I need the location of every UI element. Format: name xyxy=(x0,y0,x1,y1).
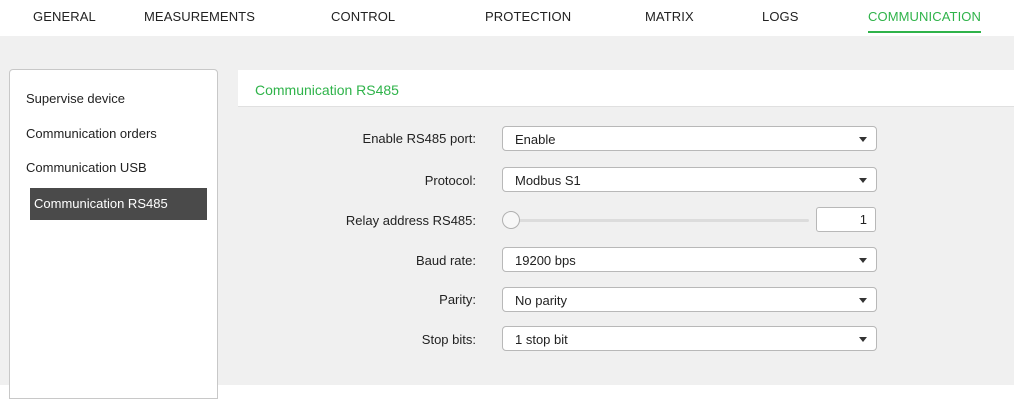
stop-bits-label: Stop bits: xyxy=(421,332,476,347)
relay-address-label: Relay address RS485: xyxy=(345,213,476,228)
chevron-down-icon xyxy=(859,298,867,303)
relay-address-input[interactable] xyxy=(816,207,876,232)
baud-rate-value: 19200 bps xyxy=(515,253,576,268)
tab-measurements[interactable]: MEASUREMENTS xyxy=(144,9,255,33)
tab-protection[interactable]: PROTECTION xyxy=(485,9,571,33)
parity-value: No parity xyxy=(515,293,568,308)
protocol-select[interactable]: Modbus S1 xyxy=(502,167,877,192)
sidebar xyxy=(9,69,218,399)
tab-logs[interactable]: LOGS xyxy=(762,9,799,33)
enable-port-label: Enable RS485 port: xyxy=(362,131,476,146)
chevron-down-icon xyxy=(859,337,867,342)
sidebar-item-communication-usb[interactable]: Communication USB xyxy=(26,160,147,175)
sidebar-item-communication-orders[interactable]: Communication orders xyxy=(26,126,157,141)
baud-rate-label: Baud rate: xyxy=(416,253,476,268)
tab-communication[interactable]: COMMUNICATION xyxy=(868,9,981,33)
baud-rate-select[interactable]: 19200 bps xyxy=(502,247,877,272)
top-nav: GENERAL MEASUREMENTS CONTROL PROTECTION … xyxy=(0,0,1014,36)
relay-address-slider-track[interactable] xyxy=(507,219,809,222)
panel-header: Communication RS485 xyxy=(238,70,1014,107)
panel-title: Communication RS485 xyxy=(255,82,399,98)
chevron-down-icon xyxy=(859,258,867,263)
tab-control[interactable]: CONTROL xyxy=(331,9,395,33)
stop-bits-value: 1 stop bit xyxy=(515,332,568,347)
tab-general[interactable]: GENERAL xyxy=(33,9,96,33)
tab-matrix[interactable]: MATRIX xyxy=(645,9,694,33)
stop-bits-select[interactable]: 1 stop bit xyxy=(502,326,877,351)
tab-communication-label: COMMUNICATION xyxy=(868,9,981,24)
sidebar-item-communication-rs485[interactable]: Communication RS485 xyxy=(30,188,207,220)
enable-port-value: Enable xyxy=(515,132,556,147)
chevron-down-icon xyxy=(859,137,867,142)
enable-port-select[interactable]: Enable xyxy=(502,126,877,151)
relay-address-slider-thumb[interactable] xyxy=(502,211,520,229)
chevron-down-icon xyxy=(859,178,867,183)
active-tab-underline xyxy=(868,31,981,33)
parity-label: Parity: xyxy=(439,292,476,307)
parity-select[interactable]: No parity xyxy=(502,287,877,312)
protocol-label: Protocol: xyxy=(424,173,476,188)
sidebar-item-supervise-device[interactable]: Supervise device xyxy=(26,91,125,106)
protocol-value: Modbus S1 xyxy=(515,173,581,188)
